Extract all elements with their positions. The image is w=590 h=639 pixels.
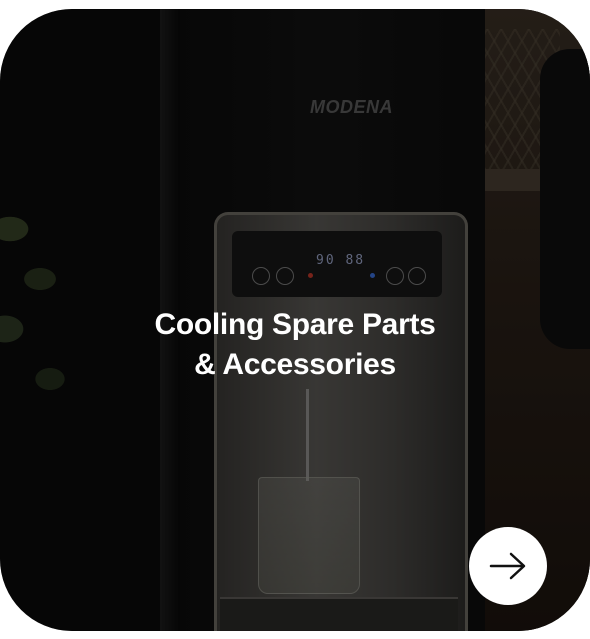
card-title-line2: & Accessories: [194, 348, 396, 381]
arrow-right-icon: [489, 552, 526, 580]
category-card[interactable]: MODENA 90 88 Cooling Spare Parts & Acces…: [0, 9, 590, 631]
card-title-line1: Cooling Spare Parts: [154, 308, 436, 341]
card-title: Cooling Spare Parts & Accessories: [0, 305, 590, 385]
open-category-button[interactable]: [469, 527, 547, 605]
